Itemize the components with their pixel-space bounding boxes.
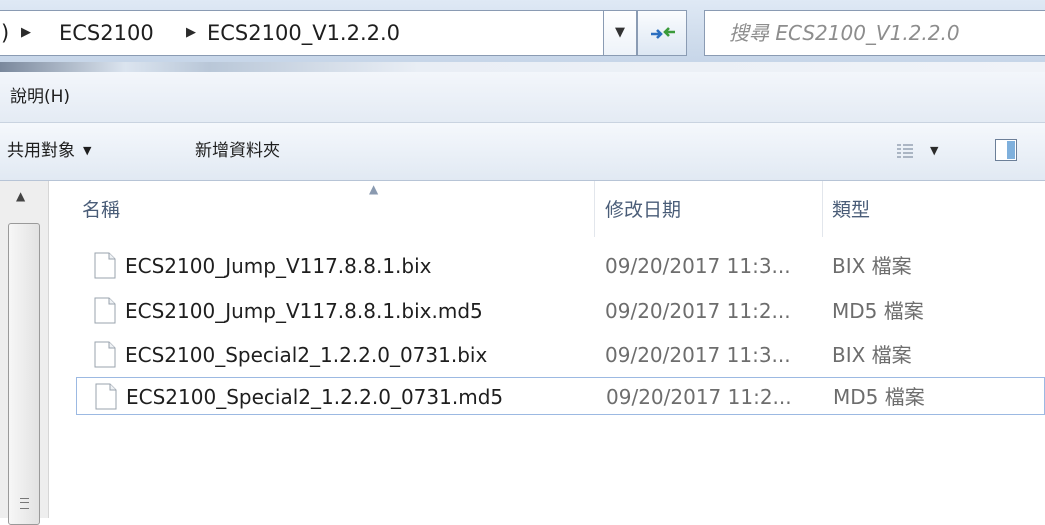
breadcrumb-arrow-icon[interactable]: ▶ bbox=[21, 11, 31, 55]
column-name[interactable]: 名稱 bbox=[82, 181, 120, 239]
column-type[interactable]: 類型 bbox=[832, 181, 870, 239]
view-options-button[interactable]: ▼ bbox=[895, 141, 945, 161]
column-divider[interactable] bbox=[822, 181, 823, 237]
file-type: MD5 檔案 bbox=[832, 299, 924, 323]
share-with-button[interactable]: 共用對象 ▼ bbox=[7, 123, 91, 179]
file-icon bbox=[94, 297, 116, 324]
breadcrumb-root-tail[interactable]: ) bbox=[1, 11, 9, 55]
file-type: BIX 檔案 bbox=[832, 343, 912, 367]
file-row[interactable]: ECS2100_Jump_V117.8.8.1.bix.md5 09/20/20… bbox=[76, 292, 1045, 330]
sort-ascending-icon: ▲ bbox=[369, 182, 379, 196]
file-name: ECS2100_Jump_V117.8.8.1.bix bbox=[125, 254, 432, 278]
address-bar[interactable]: ) ▶ ECS2100 ▶ ECS2100_V1.2.2.0 bbox=[0, 10, 637, 56]
address-bar-shadow bbox=[0, 62, 1045, 72]
search-box[interactable]: 搜尋 ECS2100_V1.2.2.0 bbox=[704, 10, 1045, 56]
view-options-icon bbox=[897, 144, 913, 158]
scrollbar-thumb[interactable] bbox=[8, 223, 40, 525]
file-modified: 09/20/2017 11:2... bbox=[605, 299, 791, 323]
file-row-selected[interactable]: ECS2100_Special2_1.2.2.0_0731.md5 09/20/… bbox=[76, 377, 1045, 415]
file-name: ECS2100_Special2_1.2.2.0_0731.md5 bbox=[126, 385, 504, 409]
file-type: BIX 檔案 bbox=[832, 254, 912, 278]
column-header: 名稱 ▲ 修改日期 類型 bbox=[50, 181, 1045, 239]
file-icon bbox=[95, 383, 117, 410]
file-modified: 09/20/2017 11:3... bbox=[605, 254, 791, 278]
new-folder-button[interactable]: 新增資料夾 bbox=[195, 123, 280, 179]
search-input[interactable]: 搜尋 ECS2100_V1.2.2.0 bbox=[729, 11, 960, 55]
refresh-icon bbox=[651, 27, 675, 39]
file-type: MD5 檔案 bbox=[833, 385, 925, 409]
chevron-down-icon: ▼ bbox=[83, 144, 92, 157]
breadcrumb-ecs2100-v1220[interactable]: ECS2100_V1.2.2.0 bbox=[207, 11, 400, 55]
preview-pane-icon[interactable] bbox=[995, 139, 1017, 161]
file-name: ECS2100_Jump_V117.8.8.1.bix.md5 bbox=[125, 299, 483, 323]
address-bar-row: ) ▶ ECS2100 ▶ ECS2100_V1.2.2.0 ▼ 搜尋 ECS2… bbox=[0, 0, 1045, 72]
menu-help[interactable]: 說明(H) bbox=[10, 72, 70, 122]
file-row[interactable]: ECS2100_Special2_1.2.2.0_0731.bix 09/20/… bbox=[76, 336, 1045, 374]
file-row[interactable]: ECS2100_Jump_V117.8.8.1.bix 09/20/2017 1… bbox=[76, 247, 1045, 285]
column-divider[interactable] bbox=[594, 181, 595, 237]
refresh-button[interactable] bbox=[637, 10, 687, 56]
chevron-down-icon: ▼ bbox=[930, 144, 939, 157]
share-with-label: 共用對象 bbox=[7, 141, 75, 161]
file-modified: 09/20/2017 11:2... bbox=[606, 385, 792, 409]
menu-bar: 說明(H) bbox=[0, 72, 1045, 123]
grip-icon bbox=[20, 498, 29, 509]
vertical-scrollbar[interactable]: ▲ bbox=[0, 181, 49, 525]
breadcrumb-ecs2100[interactable]: ECS2100 bbox=[59, 11, 154, 55]
column-modified[interactable]: 修改日期 bbox=[605, 181, 681, 239]
scroll-up-icon[interactable]: ▲ bbox=[16, 189, 25, 203]
file-modified: 09/20/2017 11:3... bbox=[605, 343, 791, 367]
breadcrumb-arrow-icon[interactable]: ▶ bbox=[186, 11, 196, 55]
command-bar: 共用對象 ▼ 新增資料夾 ▼ bbox=[0, 123, 1045, 181]
file-icon bbox=[94, 252, 116, 279]
file-icon bbox=[94, 341, 116, 368]
file-name: ECS2100_Special2_1.2.2.0_0731.bix bbox=[125, 343, 488, 367]
address-history-dropdown[interactable]: ▼ bbox=[603, 10, 637, 56]
